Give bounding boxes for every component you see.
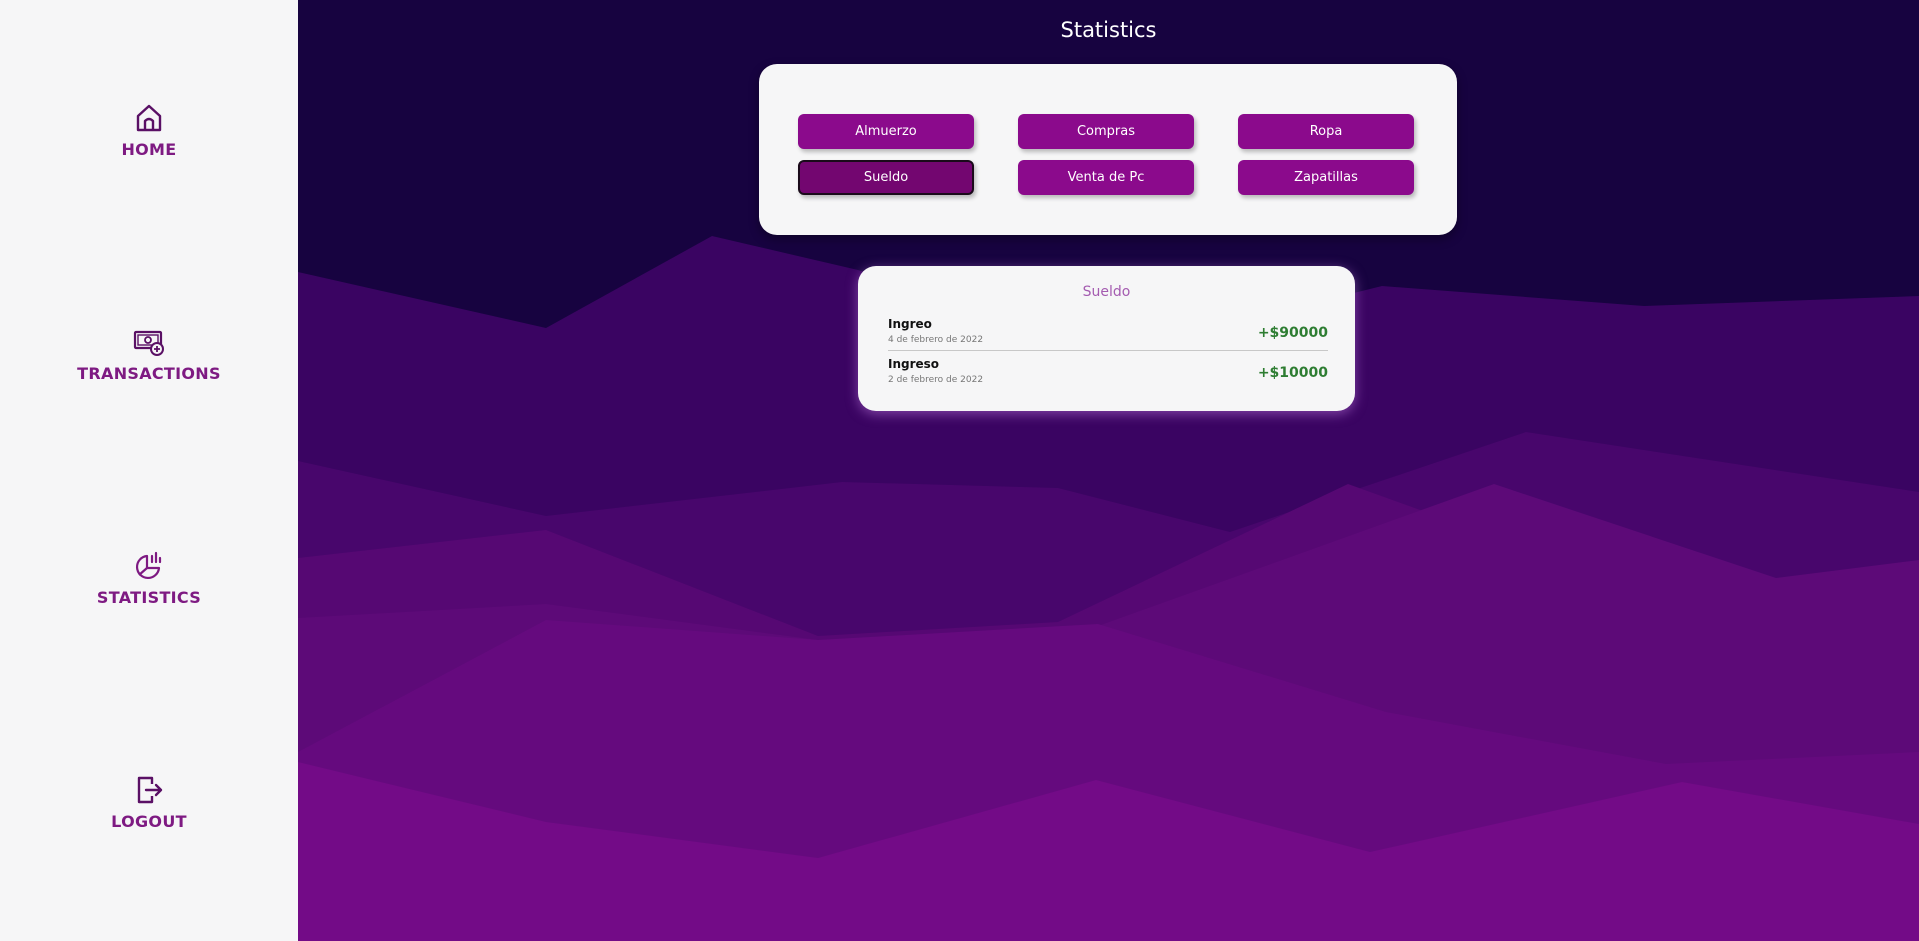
category-button-ropa[interactable]: Ropa bbox=[1238, 114, 1414, 149]
nav-home[interactable]: HOME bbox=[0, 102, 298, 159]
nav-logout-label: LOGOUT bbox=[111, 812, 187, 831]
transaction-type: Ingreo bbox=[888, 317, 932, 331]
nav-statistics-label: STATISTICS bbox=[96, 588, 202, 607]
logout-icon bbox=[137, 776, 163, 804]
transaction-row[interactable]: Ingreso 2 de febrero de 2022 +$10000 bbox=[888, 357, 1328, 397]
category-button-sueldo[interactable]: Sueldo bbox=[798, 160, 974, 195]
category-button-zapatillas[interactable]: Zapatillas bbox=[1238, 160, 1414, 195]
nav-transactions[interactable]: TRANSACTIONS bbox=[0, 326, 298, 383]
transaction-amount: +$10000 bbox=[1257, 365, 1328, 381]
transaction-type: Ingreso bbox=[888, 357, 940, 371]
nav-logout[interactable]: LOGOUT bbox=[0, 774, 298, 831]
transaction-date: 2 de febrero de 2022 bbox=[888, 375, 984, 385]
nav-statistics[interactable]: STATISTICS bbox=[0, 550, 298, 607]
category-button-compras[interactable]: Compras bbox=[1018, 114, 1194, 149]
category-panel: Almuerzo Compras Ropa Sueldo Venta de Pc… bbox=[759, 64, 1457, 235]
transaction-row[interactable]: Ingreo 4 de febrero de 2022 +$90000 bbox=[888, 317, 1328, 357]
nav-home-label: HOME bbox=[121, 140, 177, 159]
money-add-icon bbox=[133, 330, 164, 356]
category-button-venta-de-pc[interactable]: Venta de Pc bbox=[1018, 160, 1194, 195]
sidebar: HOME TRANSACTIONS STATISTICS LOGOUT bbox=[0, 0, 298, 941]
page-title: Statistics bbox=[1060, 18, 1157, 42]
chart-pie-icon bbox=[135, 551, 162, 580]
home-icon bbox=[136, 104, 162, 132]
main-area: Statistics Almuerzo Compras Ropa Sueldo … bbox=[298, 0, 1919, 941]
transaction-divider bbox=[888, 350, 1328, 351]
category-detail-card: Sueldo Ingreo 4 de febrero de 2022 +$900… bbox=[858, 266, 1355, 411]
nav-transactions-label: TRANSACTIONS bbox=[77, 364, 221, 383]
transaction-date: 4 de febrero de 2022 bbox=[888, 335, 984, 345]
category-button-almuerzo[interactable]: Almuerzo bbox=[798, 114, 974, 149]
detail-title: Sueldo bbox=[1082, 284, 1131, 300]
transaction-amount: +$90000 bbox=[1257, 325, 1328, 341]
